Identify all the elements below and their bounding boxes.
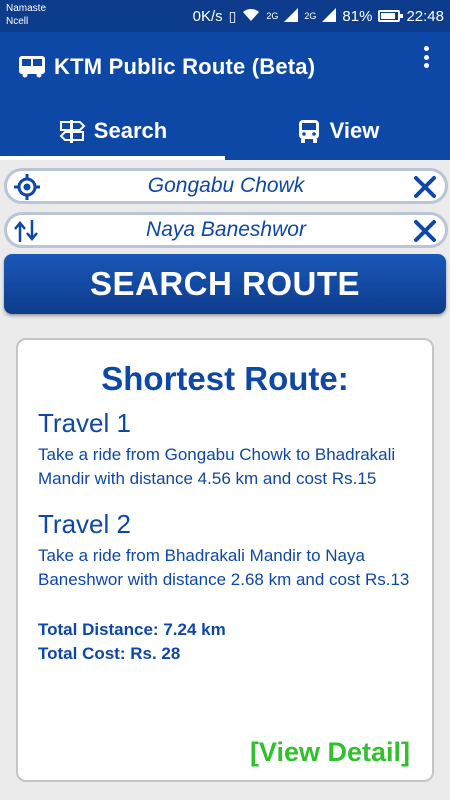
network-type-1: 2G	[266, 11, 279, 21]
tab-bar: Search View	[0, 102, 450, 160]
signal-icon-2	[322, 7, 337, 25]
travel-description: Take a ride from Bhadrakali Mandir to Na…	[38, 546, 410, 589]
travel-item: Travel 2 Take a ride from Bhadrakali Man…	[38, 509, 412, 592]
clock: 22:48	[406, 7, 444, 25]
result-title: Shortest Route:	[101, 360, 349, 397]
travel-description: Take a ride from Gongabu Chowk to Bhadra…	[38, 445, 396, 488]
wifi-icon	[242, 8, 260, 25]
carrier-network: Ncell	[6, 16, 29, 27]
travel-title: Travel 1	[38, 408, 131, 438]
destination-value: Naya Baneshwor	[146, 218, 306, 241]
vibrate-icon: ▯	[228, 7, 237, 24]
view-detail-link[interactable]: [View Detail]	[250, 737, 410, 768]
destination-field[interactable]: Naya Baneshwor	[4, 212, 448, 248]
search-route-button[interactable]: SEARCH ROUTE	[4, 254, 446, 314]
bus-icon	[298, 120, 319, 143]
result-card: Shortest Route: Travel 1 Take a ride fro…	[16, 338, 434, 782]
status-indicators: 0K/s ▯ 2G 2G 81% 22:48	[193, 0, 444, 32]
clear-origin-icon[interactable]	[413, 175, 437, 199]
signpost-icon	[59, 120, 86, 143]
my-location-icon	[14, 174, 40, 200]
status-bar: Namaste Ncell 0K/s ▯ 2G 2G 81% 22:48	[0, 0, 450, 32]
totals: Total Distance: 7.24 km Total Cost: Rs. …	[38, 618, 412, 666]
carrier-label: Namaste Ncell	[6, 2, 46, 28]
travel-title: Travel 2	[38, 509, 131, 539]
battery-percent: 81%	[342, 7, 373, 25]
origin-value: Gongabu Chowk	[147, 174, 305, 197]
tab-search[interactable]: Search	[0, 102, 225, 160]
network-type-2: 2G	[304, 11, 317, 21]
swap-direction-icon	[14, 220, 38, 242]
travel-item: Travel 1 Take a ride from Gongabu Chowk …	[38, 408, 412, 491]
network-speed: 0K/s	[192, 7, 223, 25]
overflow-menu-icon[interactable]	[420, 42, 432, 72]
total-distance: Total Distance: 7.24 km	[38, 620, 226, 639]
app-bar: KTM Public Route (Beta)	[0, 32, 450, 102]
app-title: KTM Public Route (Beta)	[54, 54, 316, 79]
battery-icon	[378, 10, 404, 22]
signal-icon-1	[284, 7, 299, 25]
bus-logo-icon	[19, 56, 45, 78]
tab-view[interactable]: View	[225, 102, 450, 160]
carrier-name: Namaste	[6, 3, 47, 14]
origin-field[interactable]: Gongabu Chowk	[4, 168, 448, 204]
tab-search-label: Search	[93, 118, 168, 143]
total-cost: Total Cost: Rs. 28	[38, 644, 181, 663]
clear-destination-icon[interactable]	[413, 219, 437, 243]
tab-view-label: View	[329, 118, 380, 143]
